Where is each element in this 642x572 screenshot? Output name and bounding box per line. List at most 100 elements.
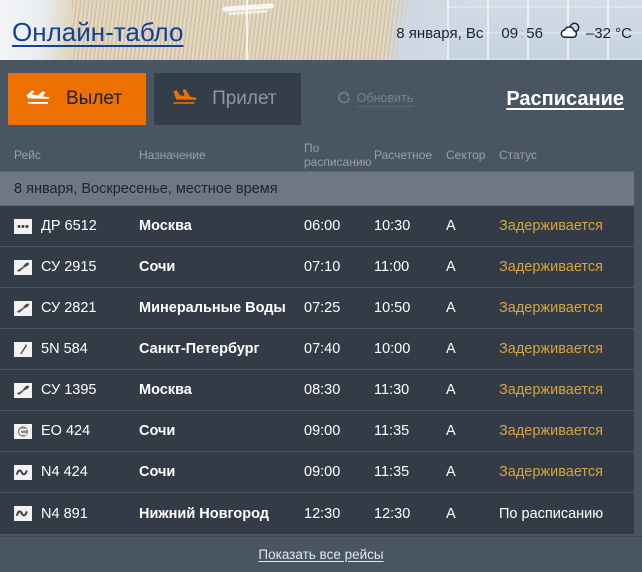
cloud-sun-icon: [559, 22, 581, 44]
cell-estimated-time: 12:30: [374, 505, 411, 522]
circle-c-logo-icon: [14, 423, 32, 439]
page-title-link[interactable]: Онлайн-табло: [12, 17, 183, 48]
tab-departure-label: Вылет: [66, 88, 123, 109]
table-rows-container: ДР 6512 Москва 06:00 10:30 А Задерживается СУ …: [0, 206, 642, 534]
status-badge: Задерживается: [499, 341, 603, 357]
table-row[interactable]: N4 424 Сочи 09:00 11:35 А Задерживается: [0, 452, 642, 493]
cell-scheduled-time: 12:30: [304, 505, 341, 522]
clock-minutes: 56: [526, 24, 543, 42]
header-temperature: –32 °C: [585, 24, 632, 42]
three-dots-logo-icon: [14, 218, 32, 234]
cell-sector: А: [446, 505, 456, 522]
cell-scheduled-time: 09:00: [304, 464, 341, 480]
cell-estimated-time: 11:35: [374, 423, 410, 439]
cell-destination: Москва: [139, 218, 192, 234]
column-header-scheduled: По расписанию: [304, 140, 372, 169]
online-board-app: Онлайн-табло 8 января, Вс 09:56 –32 °C В…: [0, 0, 642, 572]
cell-estimated-time: 11:30: [374, 382, 410, 398]
table-section-header: 8 января, Воскресенье, местное время: [0, 172, 642, 206]
cell-destination: Сочи: [139, 259, 176, 275]
cell-flight-number: N4 424: [41, 464, 88, 480]
cell-destination: Сочи: [139, 464, 176, 480]
column-header-estimated: Расчетное: [374, 147, 433, 162]
header-clock: 09:56: [501, 25, 543, 42]
cell-flight-number: СУ 2821: [41, 300, 97, 316]
cell-sector: А: [446, 259, 456, 275]
table-column-headers: Рейс Назначение По расписанию Расчетное …: [0, 138, 642, 172]
refresh-label: Обновить: [356, 91, 414, 107]
cell-estimated-time: 10:50: [374, 300, 411, 316]
cell-estimated-time: 10:00: [374, 341, 411, 357]
cell-estimated-time: 11:35: [374, 464, 410, 480]
cell-sector: А: [446, 300, 456, 316]
flights-table: Рейс Назначение По расписанию Расчетное …: [0, 138, 642, 536]
cell-flight-number: ДР 6512: [41, 218, 97, 234]
table-row[interactable]: ДР 6512 Москва 06:00 10:30 А Задерживается: [0, 206, 642, 247]
plane-takeoff-icon: [24, 85, 54, 113]
column-header-destination: Назначение: [139, 147, 206, 162]
cell-destination: Санкт-Петербург: [139, 341, 260, 357]
cell-destination: Москва: [139, 382, 192, 398]
cell-flight-number: ЕО 424: [41, 423, 91, 439]
clock-colon: :: [520, 24, 525, 42]
table-row[interactable]: СУ 2915 Сочи 07:10 11:00 А Задерживается: [0, 247, 642, 288]
cell-sector: А: [446, 341, 456, 357]
plane-landing-icon: [170, 85, 200, 113]
cell-sector: А: [446, 382, 456, 398]
cell-sector: А: [446, 464, 456, 480]
column-header-flight: Рейс: [14, 147, 41, 162]
status-badge: Задерживается: [499, 423, 603, 439]
board-toolbar: Вылет Прилет Обновить Расписание: [0, 60, 642, 138]
plane-diagonal-logo-icon: [14, 300, 32, 316]
tab-arrival-label: Прилет: [212, 88, 277, 109]
cell-scheduled-time: 07:25: [304, 300, 341, 316]
header-date: 8 января, Вс: [396, 24, 484, 42]
table-row[interactable]: СУ 2821 Минеральные Воды 07:25 10:50 А Задерж…: [0, 288, 642, 329]
status-badge: По расписанию: [499, 505, 604, 522]
tab-arrival[interactable]: Прилет: [154, 73, 301, 125]
cell-destination: Нижний Новгород: [139, 505, 269, 522]
header-weather: –32 °C: [559, 22, 632, 44]
refresh-circle-icon: [337, 91, 351, 108]
cell-estimated-time: 11:00: [374, 259, 410, 275]
table-row[interactable]: ЕО 424 Сочи 09:00 11:35 А Задерживается: [0, 411, 642, 452]
header-info-group: 8 января, Вс 09:56 –32 °C: [396, 22, 632, 44]
cell-scheduled-time: 07:10: [304, 259, 341, 275]
cell-flight-number: 5N 584: [41, 341, 88, 357]
plane-diagonal-logo-icon: [14, 382, 32, 398]
status-badge: Задерживается: [499, 382, 603, 398]
cell-scheduled-time: 06:00: [304, 218, 341, 234]
table-footer: Показать все рейсы: [0, 536, 642, 572]
cell-flight-number: N4 891: [41, 505, 88, 522]
cell-estimated-time: 10:30: [374, 218, 411, 234]
wave-logo-icon: [14, 506, 32, 521]
cell-sector: А: [446, 218, 456, 234]
plane-diagonal-logo-icon: [14, 259, 32, 275]
status-badge: Задерживается: [499, 464, 603, 480]
cell-scheduled-time: 09:00: [304, 423, 341, 439]
status-badge: Задерживается: [499, 218, 603, 234]
column-header-sector: Сектор: [446, 147, 486, 162]
cell-flight-number: СУ 1395: [41, 382, 97, 398]
cell-destination: Сочи: [139, 423, 176, 439]
ceiling-pole-icon: [246, 0, 248, 60]
refresh-button[interactable]: Обновить: [337, 91, 414, 108]
table-row[interactable]: N4 891 Нижний Новгород 12:30 12:30 А По распи…: [0, 493, 642, 534]
table-row[interactable]: СУ 1395 Москва 08:30 11:30 А Задерживается: [0, 370, 642, 411]
cell-sector: А: [446, 423, 456, 439]
cell-flight-number: СУ 2915: [41, 259, 97, 275]
tab-departure[interactable]: Вылет: [8, 73, 147, 125]
wave-logo-icon: [14, 464, 32, 480]
table-scrollbar[interactable]: [634, 138, 642, 536]
show-all-flights-link[interactable]: Показать все рейсы: [258, 547, 383, 562]
cell-scheduled-time: 07:40: [304, 341, 341, 357]
table-row[interactable]: 5N 584 Санкт-Петербург 07:40 10:00 А Задержив…: [0, 329, 642, 370]
clock-hours: 09: [501, 24, 519, 42]
cell-destination: Минеральные Воды: [139, 300, 286, 316]
status-badge: Задерживается: [499, 300, 603, 316]
schedule-link[interactable]: Расписание: [506, 88, 628, 111]
cell-scheduled-time: 08:30: [304, 382, 341, 398]
header-banner: Онлайн-табло 8 января, Вс 09:56 –32 °C: [0, 0, 642, 60]
status-badge: Задерживается: [499, 259, 603, 275]
column-header-status: Статус: [499, 147, 537, 162]
